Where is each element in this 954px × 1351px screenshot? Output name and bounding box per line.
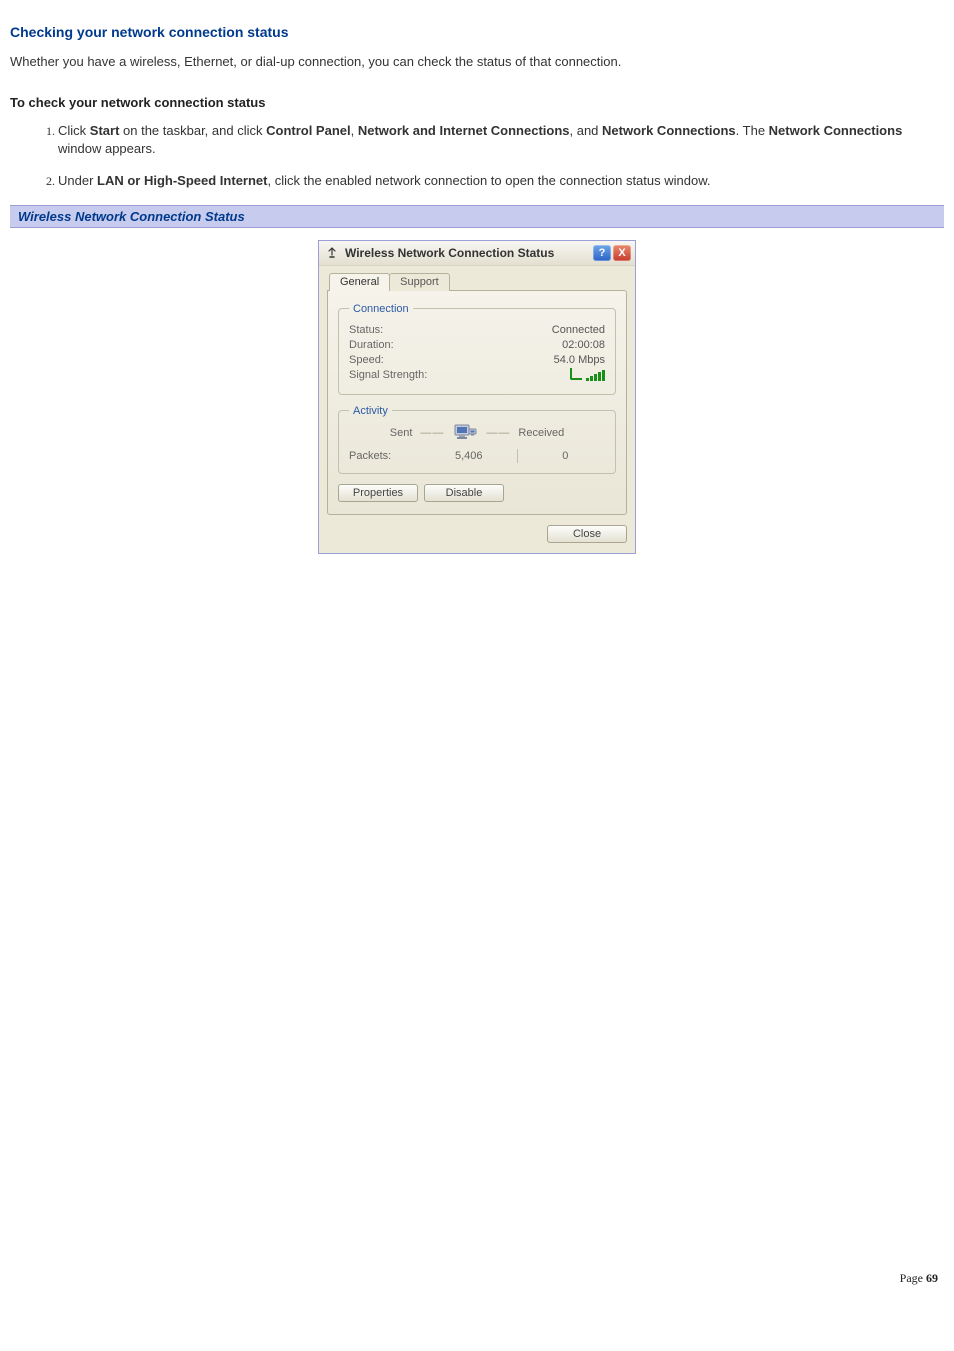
tab-page-general: Connection Status: Connected Duration: 0… bbox=[327, 290, 627, 515]
received-label: Received bbox=[518, 427, 564, 439]
tab-support[interactable]: Support bbox=[389, 273, 450, 291]
dialog-titlebar[interactable]: Wireless Network Connection Status ? X bbox=[319, 241, 635, 266]
status-label: Status: bbox=[349, 324, 383, 336]
packets-label: Packets: bbox=[349, 450, 429, 462]
tab-general[interactable]: General bbox=[329, 273, 390, 291]
activity-group: Activity Sent —— bbox=[338, 405, 616, 474]
procedure-heading: To check your network connection status bbox=[10, 95, 944, 110]
activity-legend: Activity bbox=[349, 405, 392, 417]
procedure-list: Click Start on the taskbar, and click Co… bbox=[10, 122, 944, 191]
packets-received-value: 0 bbox=[526, 450, 606, 462]
speed-value: 54.0 Mbps bbox=[554, 354, 605, 366]
signal-label: Signal Strength: bbox=[349, 369, 427, 381]
page-number: Page 69 bbox=[900, 1271, 938, 1286]
connection-group: Connection Status: Connected Duration: 0… bbox=[338, 303, 616, 395]
step-1: Click Start on the taskbar, and click Co… bbox=[58, 122, 944, 158]
activity-icon bbox=[452, 423, 478, 443]
step-2: Under LAN or High-Speed Internet, click … bbox=[58, 172, 944, 190]
speed-label: Speed: bbox=[349, 354, 384, 366]
intro-paragraph: Whether you have a wireless, Ethernet, o… bbox=[10, 54, 944, 69]
wireless-icon bbox=[325, 246, 339, 260]
connection-legend: Connection bbox=[349, 303, 413, 315]
close-button[interactable]: X bbox=[613, 245, 631, 261]
figure-caption: Wireless Network Connection Status bbox=[10, 205, 944, 228]
disable-button[interactable]: Disable bbox=[424, 484, 504, 502]
packets-sent-value: 5,406 bbox=[429, 450, 509, 462]
dialog-title: Wireless Network Connection Status bbox=[345, 246, 593, 260]
help-button[interactable]: ? bbox=[593, 245, 611, 261]
signal-strength-indicator bbox=[570, 369, 605, 381]
duration-value: 02:00:08 bbox=[562, 339, 605, 351]
tab-strip: General Support bbox=[329, 272, 627, 290]
section-heading: Checking your network connection status bbox=[10, 24, 944, 40]
properties-button[interactable]: Properties bbox=[338, 484, 418, 502]
connection-status-dialog: Wireless Network Connection Status ? X G… bbox=[318, 240, 636, 554]
status-value: Connected bbox=[552, 324, 605, 336]
sent-label: Sent bbox=[390, 427, 413, 439]
antenna-icon bbox=[570, 368, 582, 380]
close-dialog-button[interactable]: Close bbox=[547, 525, 627, 543]
duration-label: Duration: bbox=[349, 339, 394, 351]
